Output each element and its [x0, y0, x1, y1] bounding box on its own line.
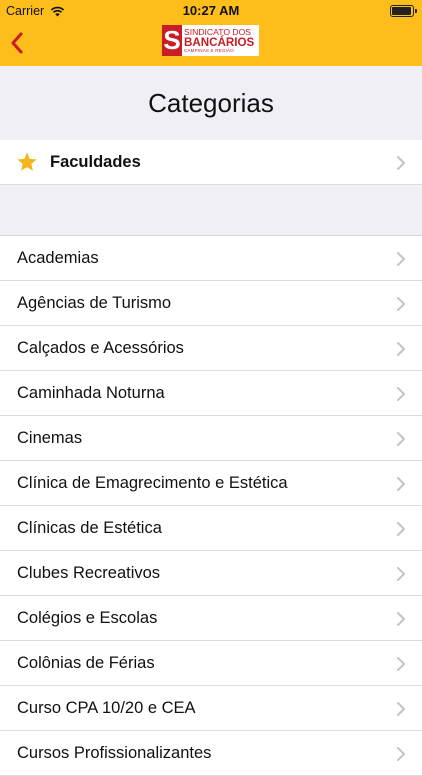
list-item[interactable]: Curso CPA 10/20 e CEA	[0, 686, 422, 731]
list-item[interactable]: Clínica de Emagrecimento e Estética	[0, 461, 422, 506]
list-item-label: Clínica de Emagrecimento e Estética	[17, 474, 288, 492]
list-item-label: Cinemas	[17, 429, 83, 447]
chevron-right-icon	[397, 747, 405, 761]
chevron-right-icon	[397, 156, 405, 170]
list-item-label: Clínicas de Estética	[17, 519, 162, 537]
logo-text: SINDICATO DOS BANCÁRIOS CAMPINAS E REGIÃ…	[182, 25, 259, 56]
chevron-left-icon	[11, 32, 23, 54]
list-item[interactable]: Clínicas de Estética	[0, 506, 422, 551]
list-item[interactable]: Caminhada Noturna	[0, 371, 422, 416]
list-item-label: Colégios e Escolas	[17, 609, 158, 627]
section-spacer	[0, 185, 422, 236]
list-item-label: Caminhada Noturna	[17, 384, 165, 402]
logo-letter: S	[162, 25, 182, 56]
status-time: 10:27 AM	[182, 3, 240, 18]
list-item-label: Curso CPA 10/20 e CEA	[17, 699, 196, 717]
list-item-label: Cursos Profissionalizantes	[17, 744, 212, 762]
chevron-right-icon	[397, 567, 405, 581]
list-item-label: Clubes Recreativos	[17, 564, 161, 582]
list-item-label: Calçados e Acessórios	[17, 339, 184, 357]
favorite-label: Faculdades	[50, 153, 141, 171]
chevron-right-icon	[397, 522, 405, 536]
battery-icon	[390, 5, 417, 17]
list-item[interactable]: Agências de Turismo	[0, 281, 422, 326]
list-item[interactable]: Calçados e Acessórios	[0, 326, 422, 371]
list-item[interactable]: Clubes Recreativos	[0, 551, 422, 596]
list-item-label: Colônias de Férias	[17, 654, 155, 672]
chevron-right-icon	[397, 297, 405, 311]
chevron-right-icon	[397, 252, 405, 266]
list-item-label: Agências de Turismo	[17, 294, 172, 312]
list-item-label: Academias	[17, 249, 99, 267]
back-button[interactable]	[4, 30, 30, 56]
list-item[interactable]: Colônias de Férias	[0, 641, 422, 686]
navigation-header: Carrier 10:27 AM S SINDICATO DOS BANCÁRI…	[0, 0, 422, 66]
list-item[interactable]: Colégios e Escolas	[0, 596, 422, 641]
chevron-right-icon	[397, 432, 405, 446]
page-title: Categorias	[148, 88, 274, 118]
chevron-right-icon	[397, 702, 405, 716]
list-item[interactable]: Cursos Profissionalizantes	[0, 731, 422, 776]
chevron-right-icon	[397, 477, 405, 491]
star-icon	[17, 152, 37, 171]
chevron-right-icon	[397, 612, 405, 626]
logo-line3: CAMPINAS E REGIÃO	[184, 48, 234, 53]
status-bar: Carrier 10:27 AM	[0, 0, 422, 22]
union-logo: S SINDICATO DOS BANCÁRIOS CAMPINAS E REG…	[162, 25, 259, 56]
list-item[interactable]: Cinemas	[0, 416, 422, 461]
chevron-right-icon	[397, 657, 405, 671]
list-item[interactable]: Academias	[0, 236, 422, 281]
favorite-item-faculdades[interactable]: Faculdades	[0, 140, 422, 185]
chevron-right-icon	[397, 342, 405, 356]
chevron-right-icon	[397, 387, 405, 401]
logo-line2: BANCÁRIOS	[184, 36, 255, 49]
title-area: Categorias	[0, 66, 422, 141]
